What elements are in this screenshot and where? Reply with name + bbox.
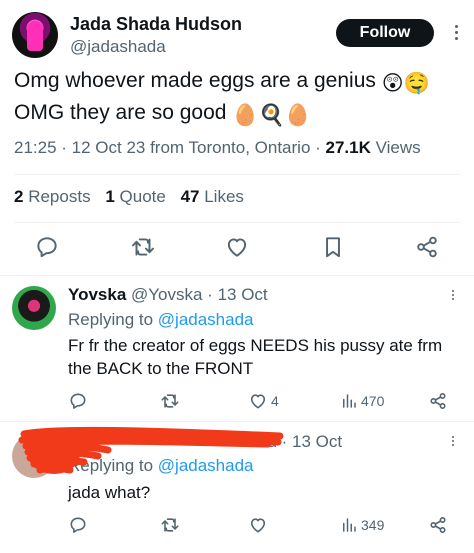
bookmark-icon[interactable]: [320, 234, 346, 260]
like-icon: [250, 394, 266, 409]
tweet-actions: [14, 232, 460, 262]
emoji-astonished-drooling: 😲🤤: [381, 72, 430, 95]
likes-label[interactable]: Likes: [204, 187, 244, 206]
repost-icon[interactable]: [130, 234, 156, 260]
views-count: 27.1K: [325, 138, 371, 157]
like-icon[interactable]: [224, 234, 250, 260]
reply-icon[interactable]: [68, 390, 88, 412]
reply-likes-count: 4: [271, 393, 279, 409]
share-icon[interactable]: [414, 234, 440, 260]
replying-to-mention[interactable]: @jadashada: [158, 310, 254, 329]
views-icon: [343, 394, 356, 408]
author-handle[interactable]: @jadashada: [70, 37, 166, 57]
divider: [14, 222, 460, 223]
main-tweet: Jada Shada Hudson @jadashada Follow Omg …: [0, 0, 474, 273]
repost-icon[interactable]: [160, 390, 180, 412]
reply-author-name[interactable]: Yovska: [68, 285, 126, 304]
replying-to-label: Replying to: [68, 456, 158, 475]
reply-tweet[interactable]: 1d · 13 Oct Replying to @jadashada jada …: [0, 422, 474, 553]
views-button[interactable]: 349: [340, 514, 384, 536]
reply-actions: 349: [68, 514, 460, 538]
reply-text: jada what?: [68, 483, 151, 502]
emoji-eggs: 🥚🍳🥚: [232, 104, 311, 127]
reply-handle-date[interactable]: @Yovska · 13 Oct: [131, 285, 268, 304]
views-icon: [343, 518, 356, 532]
reply-actions: 4 470: [68, 390, 460, 414]
quotes-count[interactable]: 1: [105, 187, 114, 206]
more-icon[interactable]: [446, 288, 460, 308]
tweet-meta: 21:25 · 12 Oct 23 from Toronto, Ontario …: [14, 138, 421, 158]
replying-to-label: Replying to: [68, 310, 158, 329]
tweet-text: Omg whoever made eggs are a genius 😲🤤 OM…: [14, 66, 464, 130]
repost-icon[interactable]: [160, 514, 180, 536]
replying-to: Replying to @jadashada: [68, 310, 254, 330]
like-icon: [250, 518, 266, 533]
quotes-label[interactable]: Quote: [120, 187, 166, 206]
more-icon[interactable]: [446, 434, 460, 454]
reply-views-count: 349: [361, 517, 385, 533]
views-label: Views: [370, 138, 421, 157]
author-name[interactable]: Jada Shada Hudson: [70, 13, 242, 35]
replying-to-mention[interactable]: @jadashada: [158, 456, 254, 475]
more-icon[interactable]: [446, 20, 466, 46]
likes-count[interactable]: 47: [181, 187, 200, 206]
tweet-text-line-1: Omg whoever made eggs are a genius: [14, 69, 376, 92]
reply-text: Fr fr the creator of eggs NEEDS his puss…: [68, 336, 443, 378]
divider: [14, 174, 460, 175]
reply-avatar[interactable]: [12, 434, 56, 478]
like-button[interactable]: [248, 514, 271, 536]
tweet-timestamp-location[interactable]: 21:25 · 12 Oct 23 from Toronto, Ontario …: [14, 138, 326, 157]
reply-icon[interactable]: [68, 514, 88, 536]
follow-button[interactable]: Follow: [336, 19, 434, 47]
reply-icon[interactable]: [34, 234, 60, 260]
replying-to: Replying to @jadashada: [68, 456, 254, 476]
reposts-count[interactable]: 2: [14, 187, 23, 206]
reply-handle-date[interactable]: 1d · 13 Oct: [258, 432, 342, 451]
share-icon[interactable]: [428, 514, 448, 536]
reply-avatar[interactable]: [12, 286, 56, 330]
views-button[interactable]: 470: [340, 390, 384, 412]
reposts-label[interactable]: Reposts: [28, 187, 90, 206]
tweet-text-line-2: OMG they are so good: [14, 101, 227, 124]
like-button[interactable]: 4: [248, 390, 279, 412]
reply-views-count: 470: [361, 393, 385, 409]
tweet-stats: 2 Reposts 1 Quote 47 Likes: [14, 187, 244, 207]
share-icon[interactable]: [428, 390, 448, 412]
reply-tweet[interactable]: Yovska @Yovska · 13 Oct Replying to @jad…: [0, 276, 474, 420]
reply-header: 1d · 13 Oct: [258, 432, 342, 452]
reply-header: Yovska @Yovska · 13 Oct: [68, 285, 268, 305]
author-avatar[interactable]: [12, 12, 58, 58]
